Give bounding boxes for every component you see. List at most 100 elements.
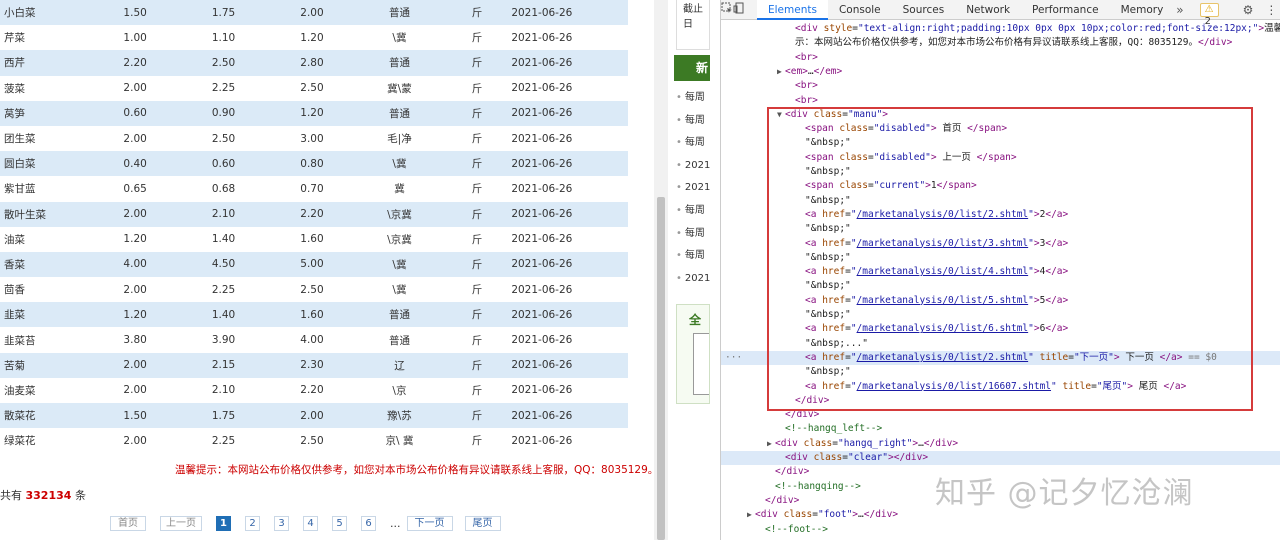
publish-date-cell: 2021-06-26 bbox=[511, 0, 628, 26]
dom-node[interactable]: <!--foot--> bbox=[721, 523, 1280, 537]
unit-cell: 斤 bbox=[471, 233, 483, 246]
unit-cell: 斤 bbox=[471, 435, 483, 448]
dom-node[interactable]: 示：本网站公布价格仅供参考，如您对本市场公布价格有异议请联系线上客服，QQ：80… bbox=[721, 36, 1280, 50]
origin-spec-cell: \冀 bbox=[392, 284, 407, 297]
next-page-button[interactable]: 下一页 bbox=[406, 515, 453, 531]
lowest-price-cell: 2.20 bbox=[90, 50, 180, 76]
devtools-tabs: Elements Console Sources Network Performance… bbox=[757, 0, 1174, 20]
origin-spec-cell: 普通 bbox=[388, 334, 410, 347]
price-table: 小白菜 1.50 1.75 2.00 普通斤 2021-06-26 芹菜 1.00 1.10 1.… bbox=[0, 0, 628, 453]
lowest-price-cell: 2.00 bbox=[123, 434, 147, 447]
tab-console[interactable]: Console bbox=[828, 0, 892, 20]
news-item[interactable]: 每周 bbox=[676, 132, 710, 155]
highest-price-cell: 2.50 bbox=[300, 434, 324, 447]
publish-date-cell: 2021-06-26 bbox=[511, 334, 573, 347]
origin-spec-cell: \京冀 bbox=[387, 233, 412, 246]
table-row: 苦菊 2.00 2.15 2.30 辽斤 2021-06-26 bbox=[0, 352, 628, 378]
dom-node[interactable]: <div class="clear"></div> bbox=[721, 451, 1280, 466]
unit-cell: 斤 bbox=[442, 352, 512, 378]
tab-sources[interactable]: Sources bbox=[892, 0, 956, 20]
unit-cell: 斤 bbox=[442, 403, 512, 429]
vegetable-name-cell: 西芹 bbox=[0, 50, 91, 76]
lowest-price-cell: 0.65 bbox=[123, 182, 147, 195]
news-item[interactable]: 每周 bbox=[676, 87, 710, 110]
origin-spec-cell: \京 bbox=[392, 384, 407, 397]
inspect-element-icon[interactable] bbox=[721, 2, 733, 17]
news-item[interactable]: 每周 bbox=[676, 245, 710, 268]
unit-cell: 斤 bbox=[442, 201, 512, 227]
news-item[interactable]: 2021 bbox=[676, 268, 710, 291]
total-number: 332134 bbox=[25, 489, 72, 502]
first-page-button: 首页 bbox=[110, 515, 146, 531]
average-price-cell: 0.60 bbox=[179, 151, 268, 177]
publish-date-cell: 2021-06-26 bbox=[511, 302, 628, 328]
total-prefix: 共有 bbox=[0, 489, 22, 502]
table-row: 圆白菜 0.40 0.60 0.80 \冀斤 2021-06-26 bbox=[0, 151, 628, 177]
more-tabs-icon[interactable]: » bbox=[1176, 3, 1183, 17]
expand-toggle-icon[interactable]: ▶ bbox=[747, 508, 755, 522]
unit-cell: 斤 bbox=[442, 151, 512, 177]
dom-node[interactable]: <br> bbox=[721, 51, 1280, 65]
news-item[interactable]: 每周 bbox=[676, 200, 710, 223]
news-item[interactable]: 每周 bbox=[676, 223, 710, 246]
selected-node-marker: ··· bbox=[725, 351, 743, 363]
tab-network[interactable]: Network bbox=[955, 0, 1021, 20]
average-price-cell: 2.50 bbox=[211, 132, 236, 145]
menu-kebab-icon[interactable]: ⋮ bbox=[1265, 3, 1277, 17]
origin-spec-cell: \冀 bbox=[356, 151, 443, 177]
page-number-3[interactable]: 3 bbox=[274, 515, 289, 531]
highest-price-cell: 1.20 bbox=[267, 100, 357, 126]
unit-cell: 斤 bbox=[471, 334, 483, 347]
settings-gear-icon[interactable]: ⚙ bbox=[1243, 3, 1254, 17]
news-item[interactable]: 每周 bbox=[676, 110, 710, 133]
publish-date-cell: 2021-06-26 bbox=[511, 283, 573, 296]
publish-date-cell: 2021-06-26 bbox=[511, 384, 573, 397]
dom-node[interactable]: <div style="text-align:right;padding:10p… bbox=[721, 22, 1280, 36]
price-list-panel: 小白菜 1.50 1.75 2.00 普通斤 2021-06-26 芹菜 1.00 1.10 1.… bbox=[0, 0, 658, 540]
origin-spec-cell: 普通 bbox=[356, 0, 443, 26]
average-price-cell: 4.50 bbox=[179, 251, 268, 278]
lowest-price-cell: 1.50 bbox=[90, 403, 180, 429]
pagination-ellipsis: ... bbox=[390, 516, 401, 530]
vegetable-name-cell: 莴笋 bbox=[0, 100, 91, 126]
dom-node[interactable]: <br> bbox=[721, 79, 1280, 93]
news-item[interactable]: 2021 bbox=[676, 177, 710, 200]
highlight-annotation-box bbox=[767, 107, 1253, 411]
tab-memory[interactable]: Memory bbox=[1110, 0, 1175, 20]
origin-spec-cell: 豫\苏 bbox=[356, 403, 443, 429]
pagination: 首页 上一页 123456 ... 下一页 尾页 bbox=[110, 515, 513, 531]
page-scrollbar-thumb[interactable] bbox=[657, 197, 665, 540]
page-number-5[interactable]: 5 bbox=[332, 515, 347, 531]
origin-spec-cell: 普通 bbox=[356, 100, 443, 126]
dom-node[interactable]: <br> bbox=[721, 94, 1280, 108]
average-price-cell: 2.10 bbox=[211, 384, 236, 397]
dom-node[interactable]: <!--hangq_left--> bbox=[721, 422, 1280, 436]
vegetable-name-cell: 油菜 bbox=[4, 233, 25, 246]
tab-performance[interactable]: Performance bbox=[1021, 0, 1110, 20]
publish-date-cell: 2021-06-26 bbox=[511, 100, 628, 126]
last-page-button[interactable]: 尾页 bbox=[464, 515, 501, 531]
tab-elements[interactable]: Elements bbox=[757, 0, 828, 20]
news-item[interactable]: 2021 bbox=[676, 155, 710, 178]
lowest-price-cell: 2.00 bbox=[123, 283, 147, 296]
average-price-cell: 3.90 bbox=[211, 334, 236, 347]
device-toolbar-icon[interactable] bbox=[733, 2, 745, 17]
publish-date-cell: 2021-06-26 bbox=[511, 233, 573, 246]
average-price-cell: 1.75 bbox=[179, 0, 268, 26]
page-number-6[interactable]: 6 bbox=[361, 515, 376, 531]
vegetable-name-cell: 团生菜 bbox=[4, 133, 36, 146]
lowest-price-cell: 2.00 bbox=[90, 201, 180, 227]
warnings-badge[interactable]: ⚠ 2 bbox=[1199, 2, 1219, 27]
average-price-cell: 1.10 bbox=[211, 31, 236, 44]
dom-node[interactable]: ▶ <em>…</em> bbox=[721, 65, 1280, 79]
expand-toggle-icon[interactable]: ▶ bbox=[767, 437, 775, 451]
highest-price-cell: 2.00 bbox=[267, 403, 357, 429]
average-price-cell: 1.75 bbox=[179, 403, 268, 429]
lowest-price-cell: 2.00 bbox=[123, 132, 147, 145]
average-price-cell: 2.10 bbox=[179, 201, 268, 227]
page-number-4[interactable]: 4 bbox=[303, 515, 318, 531]
dom-node[interactable]: ▶ <div class="hangq_right">…</div> bbox=[721, 437, 1280, 451]
page-number-2[interactable]: 2 bbox=[245, 515, 260, 531]
expand-toggle-icon[interactable]: ▶ bbox=[777, 65, 785, 79]
unit-cell: 斤 bbox=[442, 50, 512, 76]
